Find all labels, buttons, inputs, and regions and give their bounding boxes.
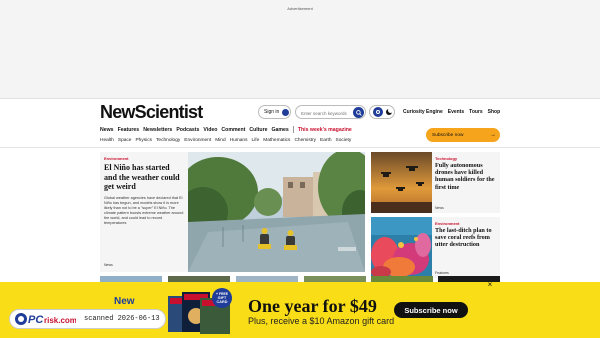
topic-physics[interactable]: Physics (135, 138, 152, 143)
nav-video[interactable]: Video (203, 127, 217, 133)
util-link-tours[interactable]: Tours (469, 109, 483, 115)
theme-toggle[interactable] (369, 105, 395, 119)
side-story-category[interactable]: Environment (435, 221, 497, 226)
search-button[interactable] (353, 107, 364, 118)
util-link-curiosity-engine[interactable]: Curiosity Engine (403, 109, 443, 115)
utility-links: Curiosity Engine Events Tours Shop (403, 109, 500, 115)
banner-new-label: New (114, 296, 135, 307)
close-icon[interactable]: × (485, 281, 495, 289)
subscribe-label: Subscribe now (432, 132, 464, 138)
nav-podcasts[interactable]: Podcasts (176, 127, 199, 133)
nav-this-weeks-magazine[interactable]: This week's magazine (298, 127, 352, 133)
nav-culture[interactable]: Culture (249, 127, 267, 133)
topic-environment[interactable]: Environment (184, 138, 211, 143)
topic-space[interactable]: Space (118, 138, 132, 143)
sign-in-button[interactable]: Sign in (258, 105, 291, 119)
advertisement-area: Advertisement (0, 0, 600, 98)
lead-story-card[interactable]: Environment El Niño has started and the … (100, 152, 365, 272)
util-link-events[interactable]: Events (448, 109, 464, 115)
side-story-tag: News (435, 206, 444, 210)
topic-life[interactable]: Life (252, 138, 260, 143)
dark-mode-icon[interactable] (385, 108, 393, 115)
side-story-category[interactable]: Technology (435, 156, 497, 161)
side-story-headline[interactable]: Fully autonomous drones have killed huma… (435, 162, 497, 191)
topic-navigation: Health Space Physics Technology Environm… (100, 138, 351, 143)
lead-story-image[interactable] (188, 152, 365, 272)
topic-technology[interactable]: Technology (156, 138, 180, 143)
light-mode-icon[interactable] (372, 107, 383, 117)
site-logo[interactable]: NewScientist (100, 102, 203, 123)
side-story-image[interactable] (371, 152, 432, 213)
topic-society[interactable]: Society (336, 138, 352, 143)
nav-features[interactable]: Features (118, 127, 140, 133)
search-icon (355, 109, 362, 116)
lead-story-category[interactable]: Environment (104, 156, 184, 161)
nav-games[interactable]: Games (272, 127, 289, 133)
search-input[interactable] (301, 109, 351, 117)
watermark-logo-text: risk.com (44, 316, 76, 325)
user-icon (282, 108, 290, 116)
topic-mathematics[interactable]: Mathematics (263, 138, 290, 143)
topic-chemistry[interactable]: Chemistry (294, 138, 316, 143)
topic-humans[interactable]: Humans (230, 138, 248, 143)
search-bar (295, 105, 366, 119)
banner-headline: One year for $49 (248, 296, 377, 316)
topic-health[interactable]: Health (100, 138, 114, 143)
topic-earth[interactable]: Earth (320, 138, 331, 143)
lead-story-summary: Global weather agencies have declared th… (104, 195, 184, 225)
subscribe-button[interactable]: Subscribe now → (426, 128, 500, 142)
side-story-card[interactable]: Environment The last-ditch plan to save … (371, 217, 500, 278)
magazine-covers-image: + FREE GIFT CARD (168, 288, 238, 336)
nav-divider (292, 126, 294, 133)
nav-newsletters[interactable]: Newsletters (143, 127, 172, 133)
watermark-badge: PC risk.com scanned 2026-06-13 (9, 309, 166, 329)
pcrisk-logo: PC risk.com (14, 312, 76, 326)
watermark-stamp: scanned 2026-06-13 (84, 315, 160, 323)
sign-in-label: Sign in (264, 109, 280, 115)
lead-story-headline[interactable]: El Niño has started and the weather coul… (104, 163, 184, 192)
side-story-headline[interactable]: The last-ditch plan to save coral reefs … (435, 227, 497, 249)
side-story-card[interactable]: Technology Fully autonomous drones have … (371, 152, 500, 213)
banner-subscribe-button[interactable]: Subscribe now (394, 302, 468, 318)
gift-badge-line: CARD (217, 300, 228, 304)
nav-divider-line (0, 147, 600, 148)
header-divider (0, 98, 600, 99)
advertisement-label: Advertisement (287, 6, 313, 11)
lead-story-tag: News (104, 263, 113, 267)
main-navigation: News Features Newsletters Podcasts Video… (100, 126, 352, 133)
arrow-right-icon: → (490, 132, 496, 138)
nav-news[interactable]: News (100, 127, 114, 133)
util-link-shop[interactable]: Shop (488, 109, 501, 115)
watermark-logo-prefix: PC (28, 314, 44, 326)
banner-subline: Plus, receive a $10 Amazon gift card (248, 316, 395, 326)
side-story-tag: Features (435, 271, 449, 275)
side-story-image[interactable] (371, 217, 432, 278)
nav-comment[interactable]: Comment (221, 127, 245, 133)
topic-mind[interactable]: Mind (215, 138, 225, 143)
